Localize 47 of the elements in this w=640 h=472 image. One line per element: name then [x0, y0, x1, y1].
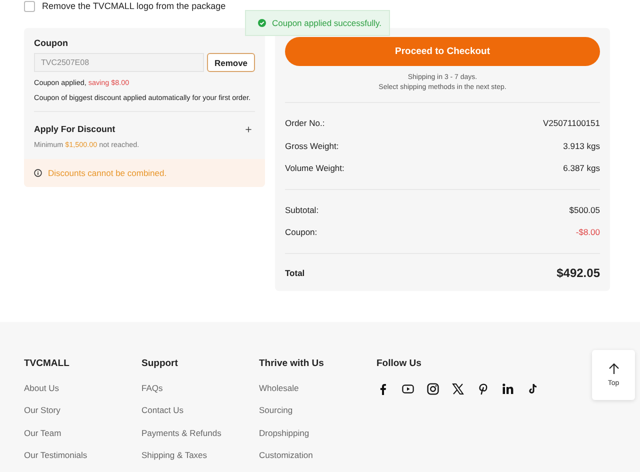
footer-link[interactable]: Dropshipping: [259, 428, 376, 450]
footer-heading: TVCMALL: [24, 358, 70, 369]
total-value: $492.05: [556, 266, 600, 280]
footer-heading: Thrive with Us: [259, 358, 325, 369]
summary-value: V25071100151: [542, 118, 600, 128]
coupon-field[interactable]: TVC2507E08: [34, 53, 204, 72]
footer-link[interactable]: Sourcing: [259, 405, 376, 428]
summary-label: Order No.:: [285, 118, 325, 128]
coupon-title: Coupon: [34, 38, 69, 48]
summary-label: Volume Weight:: [285, 163, 344, 174]
checkbox[interactable]: [24, 0, 35, 12]
footer-heading: Follow Us: [376, 358, 422, 369]
instagram-icon[interactable]: [426, 383, 438, 395]
option-label: Remove the TVCMALL logo from the package: [42, 1, 226, 11]
footer-link[interactable]: Our Story: [24, 405, 142, 428]
footer-link[interactable]: Our Team: [24, 428, 142, 450]
footer-link[interactable]: About Us: [24, 383, 142, 406]
footer-link[interactable]: Customization: [259, 450, 376, 472]
footer-heading: Support: [142, 358, 179, 369]
expand-icon[interactable]: [245, 126, 252, 132]
arrow-up-icon: [608, 363, 620, 375]
linkedin-icon[interactable]: [502, 383, 514, 395]
footer-link[interactable]: Contact Us: [142, 405, 259, 428]
youtube-icon[interactable]: [402, 383, 414, 395]
check-circle-icon: [258, 19, 266, 27]
footer-link[interactable]: Payments & Refunds: [142, 428, 259, 450]
remove-button[interactable]: Remove: [207, 53, 255, 72]
summary-label: Coupon:: [285, 227, 318, 238]
summary-value: -$8.00: [576, 227, 600, 238]
footer-link[interactable]: Shipping & Taxes: [142, 450, 259, 472]
checkout-button[interactable]: Proceed to Checkout: [285, 37, 600, 66]
warning-text: Discounts cannot be combined.: [48, 168, 167, 178]
summary-value: $500.05: [569, 204, 600, 215]
summary-value: 6.387 kgs: [563, 163, 600, 174]
summary-label: Gross Weight:: [285, 140, 339, 151]
x-logo-icon[interactable]: [452, 383, 464, 395]
summary-value: 3.913 kgs: [563, 140, 600, 151]
footer-link[interactable]: Our Testimonials: [24, 450, 142, 472]
pinterest-icon[interactable]: [476, 383, 488, 395]
tiktok-icon[interactable]: [526, 383, 538, 395]
summary-label: Subtotal:: [285, 204, 319, 215]
info-icon: [34, 169, 42, 177]
discount-title: Apply For Discount: [34, 124, 116, 134]
footer-link[interactable]: Wholesale: [259, 383, 376, 406]
total-label: Total: [285, 268, 305, 278]
toast-message: Coupon applied successfully.: [272, 18, 382, 28]
footer-link[interactable]: FAQs: [142, 383, 259, 406]
